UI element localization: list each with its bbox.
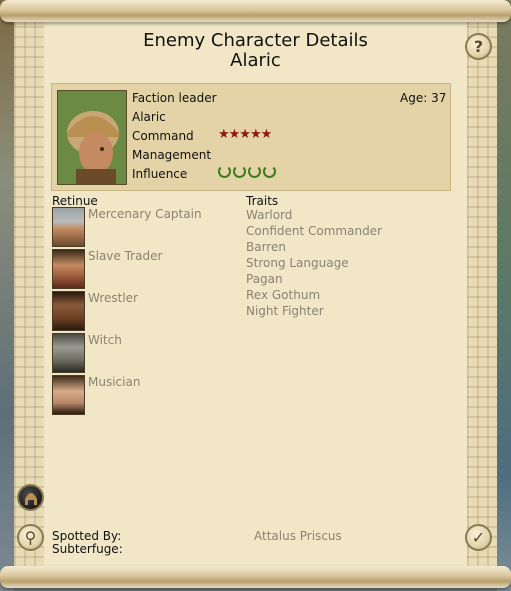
trait-item[interactable]: Strong Language xyxy=(246,256,349,270)
background-right-edge xyxy=(497,0,511,591)
command-label: Command xyxy=(132,129,194,143)
laurel-icon xyxy=(263,165,276,178)
character-name-title: Alaric xyxy=(230,50,281,71)
trait-item[interactable]: Pagan xyxy=(246,272,283,286)
scroll-roller-bottom xyxy=(0,566,511,588)
laurel-icon xyxy=(233,165,246,178)
retinue-item[interactable]: Slave Trader xyxy=(52,249,242,289)
musician-portrait-icon xyxy=(52,375,85,415)
character-age: Age: 37 xyxy=(400,91,447,105)
subterfuge-label: Subterfuge: xyxy=(52,542,123,556)
question-mark-icon: ? xyxy=(473,37,484,56)
management-label: Management xyxy=(132,148,212,162)
command-stars-icon: ★★★★★ xyxy=(218,127,272,142)
help-button[interactable]: ? xyxy=(465,33,492,60)
retinue-item-name: Witch xyxy=(88,333,122,347)
confirm-button[interactable]: ✓ xyxy=(465,524,492,551)
trait-item[interactable]: Warlord xyxy=(246,208,292,222)
trait-item[interactable]: Barren xyxy=(246,240,286,254)
laurel-icon xyxy=(248,165,261,178)
retinue-item-name: Wrestler xyxy=(88,291,138,305)
retinue-heading: Retinue xyxy=(52,194,98,208)
trait-item[interactable]: Confident Commander xyxy=(246,224,382,238)
trait-item[interactable]: Rex Gothum xyxy=(246,288,320,302)
influence-label: Influence xyxy=(132,167,188,181)
laurel-icon xyxy=(218,165,231,178)
retinue-item[interactable]: Wrestler xyxy=(52,291,242,331)
mercenary-captain-portrait-icon xyxy=(52,207,85,247)
retinue-item[interactable]: Musician xyxy=(52,375,242,415)
magnifier-icon: ⚲ xyxy=(24,528,37,547)
spotted-by-value: Attalus Priscus xyxy=(254,529,342,543)
faction-button[interactable] xyxy=(17,484,44,511)
scroll-roller-top xyxy=(0,0,511,22)
wrestler-portrait-icon xyxy=(52,291,85,331)
character-portrait xyxy=(57,90,127,185)
retinue-item-name: Slave Trader xyxy=(88,249,163,263)
spotted-by-label: Spotted By: xyxy=(52,529,122,543)
character-name: Alaric xyxy=(132,110,166,124)
helmet-icon xyxy=(24,492,37,505)
retinue-item[interactable]: Witch xyxy=(52,333,242,373)
zoom-to-character-button[interactable]: ⚲ xyxy=(17,524,44,551)
retinue-item-name: Mercenary Captain xyxy=(88,207,202,221)
background-left-edge xyxy=(0,0,14,591)
helmeted-warrior-portrait-icon xyxy=(58,91,126,184)
slave-trader-portrait-icon xyxy=(52,249,85,289)
decorative-border-right xyxy=(466,20,497,568)
trait-item[interactable]: Night Fighter xyxy=(246,304,324,318)
influence-laurels xyxy=(218,165,276,178)
retinue-item-name: Musician xyxy=(88,375,141,389)
traits-heading: Traits xyxy=(246,194,279,208)
checkmark-icon: ✓ xyxy=(471,528,486,547)
witch-portrait-icon xyxy=(52,333,85,373)
dialog-title: Enemy Character Details xyxy=(143,30,368,51)
character-role: Faction leader xyxy=(132,91,217,105)
retinue-item[interactable]: Mercenary Captain xyxy=(52,207,242,247)
